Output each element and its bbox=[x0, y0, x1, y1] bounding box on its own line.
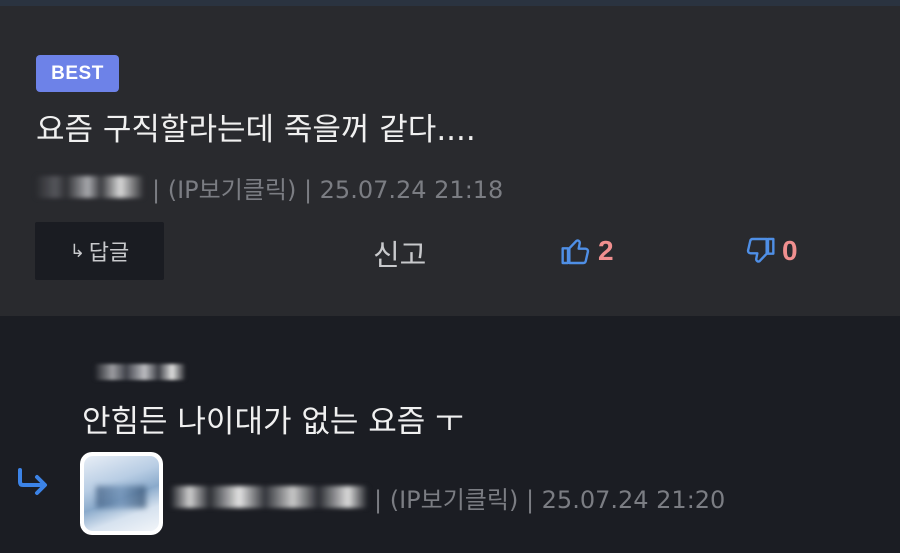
thumbs-up-icon bbox=[561, 239, 590, 265]
author-name-blurred[interactable] bbox=[36, 176, 144, 198]
best-comment: BEST 요즘 구직할라는데 죽을꺼 같다.... | (IP보기클릭) | 2… bbox=[0, 6, 900, 316]
comment-meta: | (IP보기클릭) | 25.07.24 21:18 bbox=[36, 170, 503, 204]
like-button[interactable]: 2 bbox=[560, 234, 614, 268]
reply-button[interactable]: ↳ 답글 bbox=[35, 222, 164, 280]
reply-comment: 안힘든 나이대가 없는 요즘 ㅜ | (IP보기클릭) | 25.07.24 2… bbox=[0, 316, 900, 553]
reply-meta: | (IP보기클릭) | 25.07.24 21:20 bbox=[170, 480, 725, 514]
reply-indicator-icon bbox=[18, 468, 47, 495]
best-badge: BEST bbox=[36, 55, 119, 92]
avatar[interactable] bbox=[80, 452, 163, 535]
reply-button-label: 답글 bbox=[88, 241, 130, 266]
comment-meta-text: | (IP보기클릭) | 25.07.24 21:18 bbox=[152, 175, 504, 204]
reply-target-name-blurred bbox=[94, 364, 186, 380]
reply-text: 안힘든 나이대가 없는 요즘 ㅜ bbox=[82, 404, 464, 440]
dislike-button[interactable]: 0 bbox=[744, 234, 798, 268]
like-count: 2 bbox=[598, 235, 614, 266]
dislike-count: 0 bbox=[782, 235, 798, 266]
reply-author-name-blurred[interactable] bbox=[170, 486, 368, 508]
thumbs-down-icon bbox=[746, 237, 775, 263]
reply-arrow-icon: ↳ bbox=[69, 240, 85, 262]
report-button[interactable]: 신고 bbox=[373, 232, 426, 274]
avatar-image bbox=[84, 456, 159, 531]
comment-text: 요즘 구직할라는데 죽을꺼 같다.... bbox=[36, 112, 476, 148]
reply-meta-text: | (IP보기클릭) | 25.07.24 21:20 bbox=[374, 485, 726, 514]
